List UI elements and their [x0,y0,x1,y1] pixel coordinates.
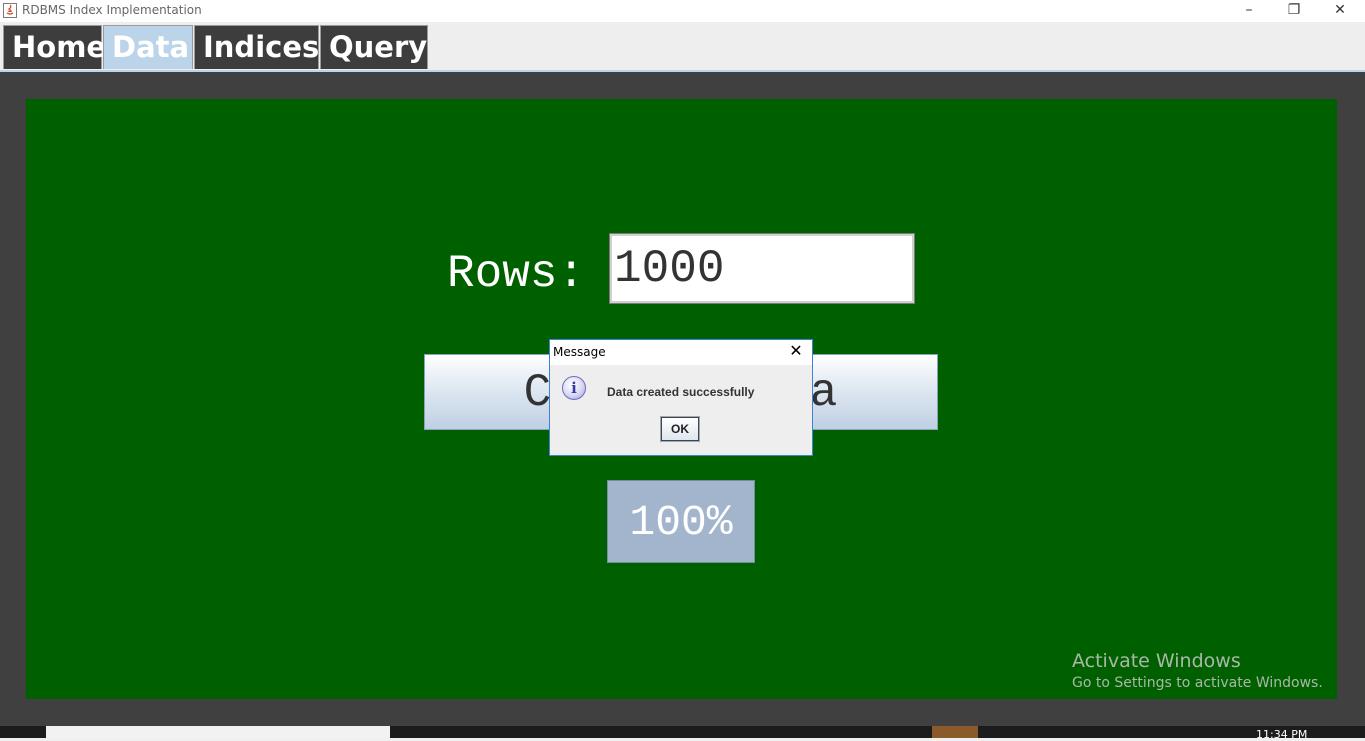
activate-windows-title: Activate Windows [1072,650,1241,672]
dialog-message: Data created successfully [607,385,755,399]
dialog-titlebar: Message ✕ [550,340,812,365]
rows-input[interactable] [609,233,915,304]
minimize-button[interactable]: – [1226,0,1272,22]
message-dialog: Message ✕ i Data created successfully OK [549,339,813,456]
tab-strip: Home Data Indices Query [0,22,1365,70]
taskbar: 11:34 PM [0,726,1365,741]
window-titlebar: RDBMS Index Implementation – ❐ ✕ [0,0,1365,22]
restore-button[interactable]: ❐ [1271,0,1317,22]
rows-label: Rows: [447,248,586,300]
tab-query[interactable]: Query [320,25,428,69]
dialog-title: Message [553,345,606,359]
taskbar-clock: 11:34 PM [1256,728,1308,741]
tab-home[interactable]: Home [3,25,106,69]
window-title: RDBMS Index Implementation [22,3,202,17]
activate-windows-subtitle: Go to Settings to activate Windows. [1072,675,1323,691]
tab-indices[interactable]: Indices [194,25,319,69]
ok-button[interactable]: OK [660,416,700,442]
info-icon: i [562,376,586,400]
progress-indicator: 100% [607,480,755,563]
dialog-close-button[interactable]: ✕ [782,341,810,363]
close-window-button[interactable]: ✕ [1317,0,1363,22]
taskbar-search-box[interactable] [46,726,390,738]
taskbar-active-app[interactable] [932,726,978,738]
java-app-icon [3,3,17,18]
tab-data[interactable]: Data [103,25,193,69]
